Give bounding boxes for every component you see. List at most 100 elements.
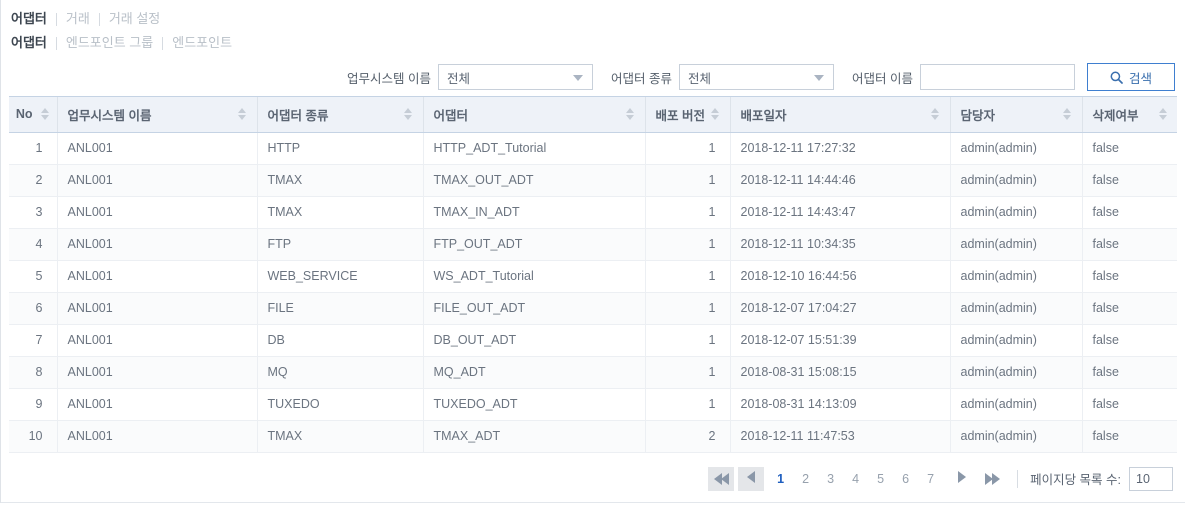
cell-deploy_date: 2018-12-10 16:44:56	[730, 260, 951, 293]
first-page-button[interactable]	[708, 466, 735, 491]
adapter-type-select-value: 전체	[688, 71, 712, 86]
column-header-no[interactable]: No	[9, 97, 58, 133]
adapter-type-label: 어댑터 종류	[611, 71, 673, 86]
cell-version: 1	[645, 132, 731, 165]
chevron-down-icon	[814, 75, 825, 81]
breadcrumb-row-primary: 어댑터 거래 거래 설정	[11, 8, 1185, 30]
tab-adapter-secondary[interactable]: 어댑터	[11, 32, 56, 54]
cell-version: 1	[645, 292, 731, 325]
adapter-name-input[interactable]	[920, 64, 1075, 90]
table-row[interactable]: 8 ANL001 MQ MQ_ADT 1 2018-08-31 15:08:15 admin…	[9, 356, 1177, 389]
column-label-adapter-type: 어댑터 종류	[267, 108, 329, 123]
search-button-label: 검색	[1128, 71, 1152, 86]
table-row[interactable]: 4 ANL001 FTP FTP_OUT_ADT 1 2018-12-11 10:34:3…	[9, 228, 1177, 261]
column-label-adapter: 어댑터	[433, 108, 469, 123]
cell-adapter: FTP_OUT_ADT	[423, 228, 646, 261]
sort-icon[interactable]	[626, 108, 635, 121]
cell-no: 6	[9, 292, 58, 325]
table-row[interactable]: 2 ANL001 TMAX TMAX_OUT_ADT 1 2018-12-11 14:44…	[9, 164, 1177, 197]
chevron-left-icon	[747, 471, 756, 486]
cell-no: 4	[9, 228, 58, 261]
sort-icon[interactable]	[404, 108, 413, 121]
system-name-select[interactable]: 전체	[438, 64, 594, 90]
adapter-type-select[interactable]: 전체	[679, 64, 835, 90]
adapter-table-head: No 업무시스템 이름 어댑터 종류 어댑터 배포 버전 배포일자 담당자 삭제…	[9, 97, 1177, 133]
cell-adapter: WS_ADT_Tutorial	[423, 260, 646, 293]
search-icon	[1110, 71, 1123, 84]
search-button[interactable]: 검색	[1087, 63, 1175, 91]
cell-deleted: false	[1082, 164, 1177, 197]
page-number-3[interactable]: 3	[822, 472, 839, 486]
table-row[interactable]: 10 ANL001 TMAX TMAX_ADT 2 2018-12-11 11:47:53…	[9, 420, 1177, 453]
cell-deploy_date: 2018-12-07 17:04:27	[730, 292, 951, 325]
adapter-list-page: 어댑터 거래 거래 설정 어댑터 엔드포인트 그룹 엔드포인트 업무시스템 이름…	[0, 0, 1185, 503]
previous-page-button[interactable]	[738, 466, 765, 491]
cell-type: WEB_SERVICE	[257, 260, 424, 293]
page-number-7[interactable]: 7	[922, 472, 939, 486]
column-header-adapter[interactable]: 어댑터	[423, 97, 646, 133]
column-header-adapter-type[interactable]: 어댑터 종류	[257, 97, 424, 133]
sort-icon[interactable]	[41, 108, 50, 121]
sort-icon[interactable]	[931, 108, 940, 121]
cell-version: 1	[645, 356, 731, 389]
sort-icon[interactable]	[1158, 108, 1167, 121]
page-number-4[interactable]: 4	[847, 472, 864, 486]
sort-icon[interactable]	[1063, 108, 1072, 121]
table-row[interactable]: 1 ANL001 HTTP HTTP_ADT_Tutorial 1 2018-12-11 …	[9, 132, 1177, 165]
page-number-5[interactable]: 5	[872, 472, 889, 486]
cell-system: ANL001	[57, 228, 258, 261]
cell-owner: admin(admin)	[950, 292, 1083, 325]
cell-type: TMAX	[257, 420, 424, 453]
table-row[interactable]: 7 ANL001 DB DB_OUT_ADT 1 2018-12-07 15:51:39 a…	[9, 324, 1177, 357]
table-row[interactable]: 3 ANL001 TMAX TMAX_IN_ADT 1 2018-12-11 14:43:…	[9, 196, 1177, 229]
table-row[interactable]: 5 ANL001 WEB_SERVICE WS_ADT_Tutorial 1 2018-1…	[9, 260, 1177, 293]
cell-version: 1	[645, 228, 731, 261]
column-header-system-name[interactable]: 업무시스템 이름	[57, 97, 258, 133]
cell-deleted: false	[1082, 132, 1177, 165]
last-page-button[interactable]	[979, 467, 1005, 491]
cell-deploy_date: 2018-12-11 10:34:35	[730, 228, 951, 261]
cell-owner: admin(admin)	[950, 420, 1083, 453]
cell-system: ANL001	[57, 356, 258, 389]
page-number-1[interactable]: 1	[772, 472, 789, 486]
column-header-deploy-date[interactable]: 배포일자	[730, 97, 951, 133]
next-page-button[interactable]	[949, 467, 975, 491]
page-number-list: 1234567	[768, 472, 943, 486]
page-size-input[interactable]	[1129, 466, 1173, 491]
cell-type: FILE	[257, 292, 424, 325]
tab-endpoint[interactable]: 엔드포인트	[163, 32, 241, 54]
cell-no: 8	[9, 356, 58, 389]
table-row[interactable]: 9 ANL001 TUXEDO TUXEDO_ADT 1 2018-08-31 14:13…	[9, 388, 1177, 421]
cell-deploy_date: 2018-12-11 14:43:47	[730, 196, 951, 229]
cell-system: ANL001	[57, 260, 258, 293]
cell-no: 9	[9, 388, 58, 421]
cell-deleted: false	[1082, 420, 1177, 453]
cell-no: 10	[9, 420, 58, 453]
page-number-2[interactable]: 2	[797, 472, 814, 486]
page-number-6[interactable]: 6	[897, 472, 914, 486]
tab-transaction[interactable]: 거래	[57, 8, 99, 30]
sort-icon[interactable]	[711, 108, 720, 121]
cell-version: 1	[645, 324, 731, 357]
cell-type: TMAX	[257, 196, 424, 229]
cell-adapter: HTTP_ADT_Tutorial	[423, 132, 646, 165]
cell-owner: admin(admin)	[950, 356, 1083, 389]
cell-version: 1	[645, 388, 731, 421]
tab-adapter-primary[interactable]: 어댑터	[11, 8, 56, 30]
system-name-label: 업무시스템 이름	[347, 71, 432, 86]
cell-system: ANL001	[57, 324, 258, 357]
column-label-deleted: 삭제여부	[1092, 108, 1139, 123]
column-header-deleted[interactable]: 삭제여부	[1082, 97, 1177, 133]
cell-adapter: TMAX_ADT	[423, 420, 646, 453]
cell-system: ANL001	[57, 132, 258, 165]
sort-icon[interactable]	[238, 108, 247, 121]
tab-endpoint-group[interactable]: 엔드포인트 그룹	[57, 32, 162, 54]
column-header-deploy-version[interactable]: 배포 버전	[645, 97, 731, 133]
cell-deleted: false	[1082, 324, 1177, 357]
table-row[interactable]: 6 ANL001 FILE FILE_OUT_ADT 1 2018-12-07 17:04…	[9, 292, 1177, 325]
column-label-no: No	[15, 107, 33, 122]
column-header-owner[interactable]: 담당자	[950, 97, 1083, 133]
cell-system: ANL001	[57, 164, 258, 197]
tab-transaction-settings[interactable]: 거래 설정	[100, 8, 169, 30]
page-size-label: 페이지당 목록 수:	[1030, 473, 1121, 487]
